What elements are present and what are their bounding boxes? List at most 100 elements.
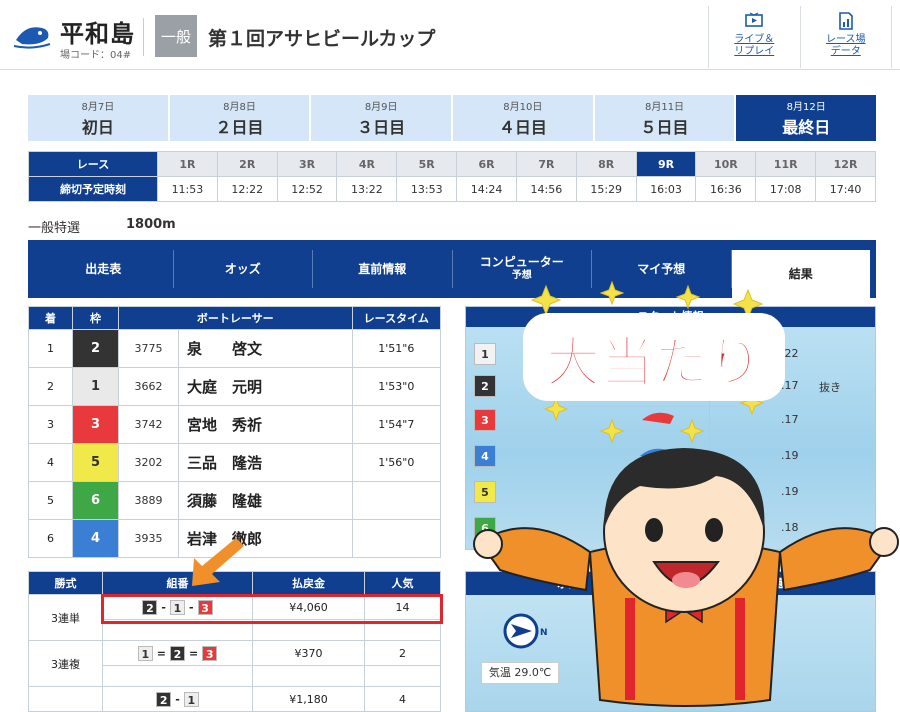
tab-result[interactable]: 結果 (731, 250, 870, 298)
day-tab-6[interactable]: 8月12日 最終日 (736, 95, 877, 141)
race-time (351, 481, 442, 520)
header-links: ライブ＆ リプレイ レース場 データ (708, 6, 892, 68)
race-time: 1'53"0 (351, 367, 442, 406)
race-2r[interactable]: 2R (216, 151, 278, 177)
start-note: 抜き (819, 381, 841, 394)
day-tab-5[interactable]: 8月11日 ５日目 (594, 95, 735, 141)
payout-row: 2 - 1 ¥1,180 4 (28, 686, 441, 712)
combination: 2 - 1 (102, 686, 253, 712)
day-tab-2[interactable]: 8月8日 ２日目 (169, 95, 310, 141)
deadline-time: 13:53 (396, 176, 458, 202)
deadline-time: 16:03 (635, 176, 697, 202)
race-7r[interactable]: 7R (515, 151, 577, 177)
race-11r[interactable]: 11R (755, 151, 817, 177)
day-date: 8月9日 (364, 102, 398, 113)
start-timing: .19 (781, 449, 799, 462)
day-date: 8月8日 (223, 102, 256, 113)
data-chart-icon (838, 12, 853, 30)
empty-cell (102, 665, 253, 687)
racer-name[interactable]: 大庭 元明 (178, 367, 353, 406)
tab-pre-race-info[interactable]: 直前情報 (313, 250, 453, 288)
race-row-header: レース (28, 151, 158, 177)
race-time (351, 519, 442, 558)
lane-badge: 1 (474, 343, 496, 365)
deadline-time: 11:53 (157, 176, 218, 202)
day-tab-4[interactable]: 8月10日 ４日目 (453, 95, 593, 141)
reg-no: 3742 (118, 405, 179, 444)
rank: 6 (28, 519, 73, 558)
day-label: ２日目 (215, 118, 264, 137)
race-10r[interactable]: 10R (695, 151, 757, 177)
table-row: 5 6 3889 須藤 隆雄 (28, 481, 442, 520)
deadline-row-header: 締切予定時刻 (28, 176, 158, 202)
rank: 1 (28, 329, 73, 368)
header-divider (143, 18, 144, 56)
tab-computer-sub: 予想 (511, 270, 532, 281)
race-number-row: レース 1R 2R 3R 4R 5R 6R 7R 8R 9R 10R 11R 1… (28, 151, 876, 177)
day-tabs: 8月7日 初日 8月8日 ２日目 8月9日 ３日目 8月10日 ４日目 8月11日 ５日目… (28, 95, 877, 141)
day-tab-1[interactable]: 8月7日 初日 (28, 95, 168, 141)
race-time: 1'56"0 (351, 443, 442, 482)
deadline-time: 16:36 (695, 176, 757, 202)
waku-badge: 1 (73, 368, 118, 405)
racer-name[interactable]: 須藤 隆雄 (178, 481, 353, 520)
payout-table: 勝式 組番 払戻金 人気 3連単 2 - 1 - 3 ¥4,060 14 3連複… (28, 571, 441, 712)
race-1r[interactable]: 1R (157, 151, 218, 177)
day-date: 8月12日 (786, 102, 826, 113)
bet-type (28, 686, 103, 712)
venue-data-link[interactable]: レース場 データ (799, 6, 892, 68)
start-row: 4 .19 (474, 441, 869, 469)
start-info-title: スタート情報 (466, 307, 875, 327)
day-label: ４日目 (498, 118, 547, 137)
result-table: 着 枠 ボートレーサー レースタイム 1 2 3775 泉 啓文 1'51"6 … (28, 306, 442, 558)
rank: 5 (28, 481, 73, 520)
deadline-time: 17:08 (755, 176, 817, 202)
race-class: 一般特選 (28, 221, 81, 236)
deadline-row: 締切予定時刻 11:53 12:22 12:52 13:22 13:53 14:… (28, 176, 876, 202)
tab-computer-label: コンピューター (479, 255, 564, 269)
race-distance: 1800m (126, 217, 176, 232)
day-date: 8月11日 (644, 102, 685, 113)
live-replay-link[interactable]: ライブ＆ リプレイ (708, 6, 800, 68)
race-6r[interactable]: 6R (456, 151, 517, 177)
waku-badge: 6 (73, 482, 118, 519)
racer-name[interactable]: 泉 啓文 (178, 329, 353, 368)
deadline-time: 14:56 (515, 176, 577, 202)
payout-amount: ¥1,180 (252, 686, 365, 712)
reg-no: 3775 (118, 329, 179, 368)
tab-odds[interactable]: オッズ (174, 250, 313, 288)
weather-panel: 水面 返還 N 気温 29.0℃ (465, 571, 876, 712)
race-time: 1'54"7 (351, 405, 442, 444)
day-tab-3[interactable]: 8月9日 ３日目 (311, 95, 452, 141)
start-timing: .17 (781, 379, 799, 392)
day-label: 初日 (81, 118, 114, 137)
start-timing: .18 (781, 521, 799, 534)
start-row: 5 .19 (474, 477, 869, 505)
race-9r[interactable]: 9R (635, 151, 697, 177)
deadline-time: 15:29 (575, 176, 637, 202)
tab-entry-list[interactable]: 出走表 (34, 250, 174, 288)
empty-cell (252, 665, 365, 687)
col-payout: 払戻金 (252, 571, 365, 595)
rank: 3 (28, 405, 73, 444)
deadline-time: 12:22 (216, 176, 278, 202)
col-race-time: レースタイム (351, 306, 442, 330)
race-5r[interactable]: 5R (396, 151, 458, 177)
waku-badge: 4 (73, 520, 118, 557)
live-replay-label-2: リプレイ (734, 46, 775, 57)
lane-badge: 6 (474, 517, 496, 539)
reg-no: 3202 (118, 443, 179, 482)
live-replay-label-1: ライブ＆ (734, 34, 775, 45)
race-4r[interactable]: 4R (336, 151, 398, 177)
race-8r[interactable]: 8R (575, 151, 637, 177)
deadline-time: 12:52 (276, 176, 338, 202)
tab-computer-prediction[interactable]: コンピューター 予想 (453, 250, 592, 288)
start-row: 6 .18 (474, 513, 869, 541)
venue-data-label-2: データ (830, 46, 861, 57)
tab-my-prediction[interactable]: マイ予想 (592, 250, 732, 288)
start-info-panel: スタート情報 1 .22 2 .17 抜き 3 .17 4 .19 5 .19 … (465, 306, 876, 550)
racer-name[interactable]: 三品 隆浩 (178, 443, 353, 482)
race-12r[interactable]: 12R (815, 151, 876, 177)
race-3r[interactable]: 3R (276, 151, 338, 177)
racer-name[interactable]: 宮地 秀祈 (178, 405, 353, 444)
